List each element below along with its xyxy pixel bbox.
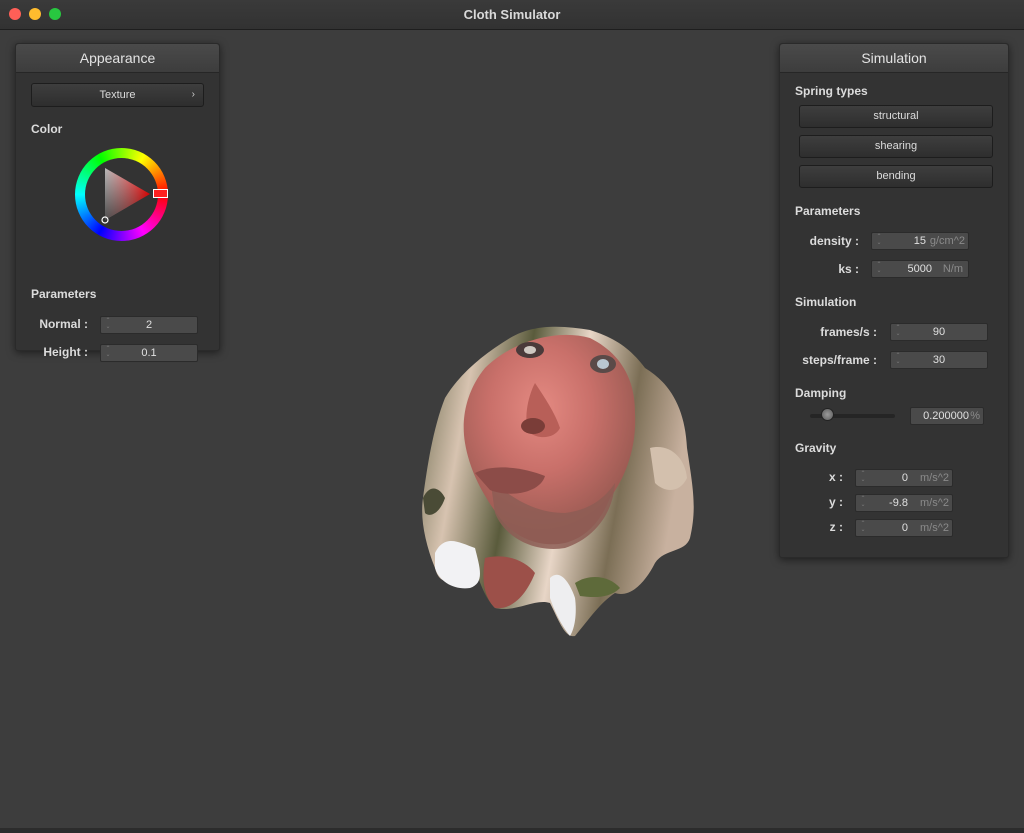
cloth-render bbox=[422, 326, 694, 637]
damping-unit: % bbox=[970, 410, 980, 422]
ks-value: 5000 bbox=[907, 263, 932, 275]
frames-per-second-value: 90 bbox=[932, 326, 946, 338]
shearing-button-label: shearing bbox=[874, 140, 918, 152]
ks-label: ks : bbox=[838, 262, 859, 276]
density-unit: g/cm^2 bbox=[929, 235, 965, 247]
color-wheel[interactable] bbox=[75, 148, 168, 241]
gravity-z-input[interactable]: ⌃ ⌄ 0 m/s^2 bbox=[855, 519, 953, 537]
frames-per-second-input[interactable]: ⌃ ⌄ 90 bbox=[890, 323, 988, 341]
gravity-z-value: 0 bbox=[901, 522, 908, 534]
simulation-panel: Simulation Spring types structural shear… bbox=[779, 43, 1009, 558]
structural-button-label: structural bbox=[873, 110, 919, 122]
spinner-arrows-icon[interactable]: ⌃ ⌄ bbox=[876, 234, 882, 248]
gravity-z-unit: m/s^2 bbox=[920, 522, 949, 534]
ks-unit: N/m bbox=[942, 263, 963, 275]
steps-per-frame-label: steps/frame : bbox=[802, 353, 877, 367]
gravity-x-input[interactable]: ⌃ ⌄ 0 m/s^2 bbox=[855, 469, 953, 487]
gravity-y-unit: m/s^2 bbox=[920, 497, 949, 509]
simulation-parameters-label: Parameters bbox=[795, 204, 861, 218]
height-label: Height : bbox=[43, 345, 88, 359]
simulation-header: Simulation bbox=[780, 44, 1008, 73]
ks-input[interactable]: ⌃ ⌄ 5000 N/m bbox=[871, 260, 969, 278]
damping-input[interactable]: 0.200000 % bbox=[910, 407, 984, 425]
texture-button[interactable]: Texture › bbox=[31, 83, 204, 107]
bending-button[interactable]: bending bbox=[799, 165, 993, 188]
damping-value: 0.200000 bbox=[923, 410, 969, 422]
hue-marker[interactable] bbox=[153, 189, 168, 198]
spinner-arrows-icon[interactable]: ⌃ ⌄ bbox=[860, 496, 866, 510]
steps-per-frame-input[interactable]: ⌃ ⌄ 30 bbox=[890, 351, 988, 369]
normal-value: 2 bbox=[145, 319, 153, 331]
normal-label: Normal : bbox=[39, 317, 88, 331]
appearance-panel: Appearance Texture › Color Parameters No… bbox=[15, 43, 220, 362]
gravity-y-value: -9.8 bbox=[889, 497, 908, 509]
texture-button-label: Texture bbox=[99, 89, 136, 101]
bottom-edge bbox=[0, 828, 1024, 833]
height-value: 0.1 bbox=[141, 347, 157, 359]
density-label: density : bbox=[809, 234, 859, 248]
title-bar: Cloth Simulator bbox=[0, 0, 1024, 30]
gravity-y-input[interactable]: ⌃ ⌄ -9.8 m/s^2 bbox=[855, 494, 953, 512]
appearance-header: Appearance bbox=[16, 44, 219, 73]
structural-button[interactable]: structural bbox=[799, 105, 993, 128]
simulation-section-label: Simulation bbox=[795, 295, 857, 309]
normal-input[interactable]: ⌃ ⌄ 2 bbox=[100, 316, 198, 334]
gravity-z-label: z : bbox=[829, 520, 843, 534]
spinner-arrows-icon[interactable]: ⌃ ⌄ bbox=[860, 521, 866, 535]
gravity-x-label: x : bbox=[828, 470, 843, 484]
gravity-x-unit: m/s^2 bbox=[920, 472, 949, 484]
damping-slider-knob[interactable] bbox=[821, 408, 834, 421]
app-window: Cloth Simulator Appearance Texture › Col… bbox=[0, 0, 1024, 833]
steps-per-frame-value: 30 bbox=[932, 354, 946, 366]
density-input[interactable]: ⌃ ⌄ 15 g/cm^2 bbox=[871, 232, 969, 250]
spinner-arrows-icon[interactable]: ⌃ ⌄ bbox=[860, 471, 866, 485]
shearing-button[interactable]: shearing bbox=[799, 135, 993, 158]
spinner-arrows-icon[interactable]: ⌃ ⌄ bbox=[876, 262, 882, 276]
gravity-y-label: y : bbox=[828, 495, 843, 509]
window-title: Cloth Simulator bbox=[463, 7, 561, 22]
chevron-right-icon: › bbox=[191, 89, 195, 100]
density-value: 15 bbox=[913, 235, 926, 247]
damping-label: Damping bbox=[795, 386, 847, 400]
appearance-parameters-label: Parameters bbox=[31, 287, 97, 301]
spring-types-label: Spring types bbox=[795, 84, 868, 98]
color-label: Color bbox=[31, 122, 63, 136]
gravity-label: Gravity bbox=[795, 441, 837, 455]
render-viewport[interactable]: Appearance Texture › Color Parameters No… bbox=[0, 30, 1024, 833]
bending-button-label: bending bbox=[876, 170, 916, 182]
height-input[interactable]: ⌃ ⌄ 0.1 bbox=[100, 344, 198, 362]
frames-per-second-label: frames/s : bbox=[820, 325, 877, 339]
gravity-x-value: 0 bbox=[901, 472, 908, 484]
